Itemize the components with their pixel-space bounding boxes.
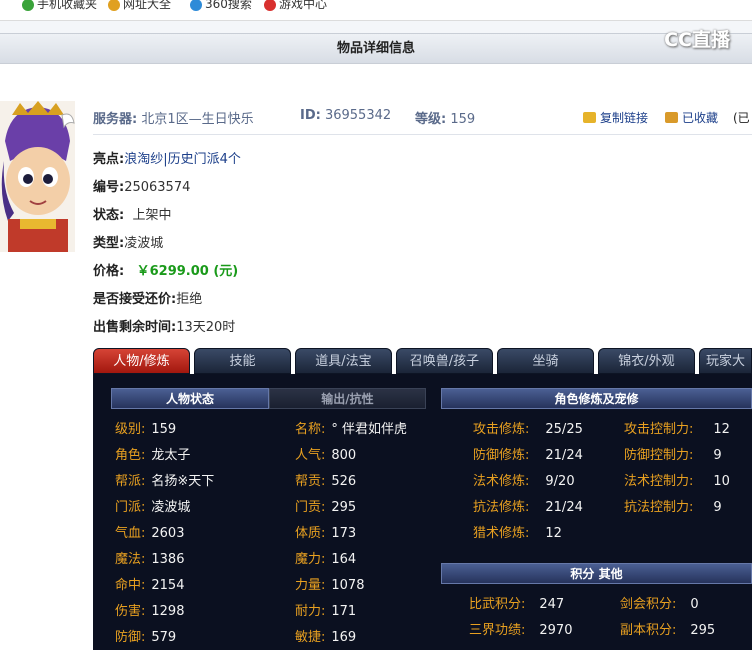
points-arena: 比武积分: 247	[469, 597, 565, 612]
stat-guild: 帮派: 名扬※天下	[115, 474, 215, 489]
tab-character[interactable]: 人物/修炼	[93, 348, 190, 374]
detail-highlight: 亮点:浪淘纱|历史门派4个	[93, 152, 241, 167]
id-info: ID: 36955342	[300, 108, 392, 123]
stat-role: 角色: 龙太子	[115, 448, 191, 463]
stat-popularity: 人气: 800	[295, 448, 357, 463]
section-cultivation: 角色修炼及宠修	[441, 388, 752, 409]
section-output-resist[interactable]: 输出/抗性	[269, 388, 426, 409]
section-points: 积分 其他	[441, 563, 752, 584]
page-title: 物品详细信息	[0, 33, 752, 64]
detail-status: 状态: 上架中	[93, 208, 172, 223]
ctrl-resist: 抗法控制力: 9	[624, 500, 722, 515]
stat-school: 门派: 凌波城	[115, 500, 191, 515]
bookmark-games[interactable]: 游戏中心	[264, 0, 327, 12]
stat-damage: 伤害: 1298	[115, 604, 185, 619]
points-dungeon: 副本积分: 295	[620, 623, 716, 638]
stat-magic: 魔力: 164	[295, 552, 357, 567]
plus-icon	[108, 0, 120, 11]
detail-price: 价格: ￥6299.00 (元)	[93, 264, 239, 279]
cult-resist: 抗法修炼: 21/24	[473, 500, 583, 515]
ctrl-defense: 防御控制力: 9	[624, 448, 722, 463]
character-panel: 人物状态 输出/抗性 角色修炼及宠修 级别: 159 角色: 龙太子 帮派: 名扬※天…	[93, 374, 752, 650]
bookmark-360[interactable]: 360搜索	[190, 0, 252, 12]
stat-endurance: 耐力: 171	[295, 604, 357, 619]
tab-items[interactable]: 道具/法宝	[295, 348, 392, 374]
tab-pets[interactable]: 召唤兽/孩子	[396, 348, 493, 374]
cult-spell: 法术修炼: 9/20	[473, 474, 575, 489]
stat-hp: 气血: 2603	[115, 526, 185, 541]
stat-constitution: 体质: 173	[295, 526, 357, 541]
detail-serial: 编号:25063574	[93, 180, 191, 195]
more-text: (已	[733, 111, 750, 125]
ctrl-spell: 法术控制力: 10	[624, 474, 730, 489]
page-gap	[0, 21, 752, 33]
section-char-status[interactable]: 人物状态	[111, 388, 269, 409]
tab-bar: 人物/修炼 技能 道具/法宝 召唤兽/孩子 坐骑 锦衣/外观 玩家大	[93, 348, 752, 374]
bookmark-mobile[interactable]: 手机收藏夹	[22, 0, 97, 12]
stat-agility: 敏捷: 169	[295, 630, 357, 645]
cult-defense: 防御修炼: 21/24	[473, 448, 583, 463]
points-merit: 三界功绩: 2970	[469, 623, 573, 638]
stat-level: 级别: 159	[115, 422, 177, 437]
item-header: 服务器: 北京1区—生日快乐 ID: 36955342 等级: 159 复制链接…	[93, 104, 752, 135]
search-icon	[190, 0, 202, 11]
copy-link-button[interactable]: 复制链接	[583, 109, 648, 126]
stat-mp: 魔法: 1386	[115, 552, 185, 567]
detail-type: 类型:凌波城	[93, 236, 164, 251]
bookmarks-bar: 手机收藏夹 网址大全 360搜索 游戏中心	[0, 0, 752, 21]
cult-hunting: 猎术修炼: 12	[473, 526, 562, 541]
ctrl-attack: 攻击控制力: 12	[624, 422, 730, 437]
link-icon	[583, 112, 596, 123]
stat-guild-contrib: 帮贡: 526	[295, 474, 357, 489]
detail-remaining-time: 出售剩余时间:13天20时	[93, 320, 236, 335]
server-info: 服务器: 北京1区—生日快乐	[93, 112, 254, 127]
bookmark-sites[interactable]: 网址大全	[108, 0, 171, 12]
detail-bargain: 是否接受还价:拒绝	[93, 292, 203, 307]
phone-icon	[22, 0, 34, 11]
level-info: 等级: 159	[415, 112, 476, 127]
points-sword: 剑会积分: 0	[620, 597, 699, 612]
stat-strength: 力量: 1078	[295, 578, 365, 593]
avatar	[0, 101, 75, 252]
tab-player[interactable]: 玩家大	[699, 348, 752, 374]
stat-hit: 命中: 2154	[115, 578, 185, 593]
tab-mounts[interactable]: 坐骑	[497, 348, 594, 374]
stat-name: 名称: ° 伴君如伴虎	[295, 422, 408, 437]
favorite-button[interactable]: 已收藏	[665, 109, 718, 126]
tab-skills[interactable]: 技能	[194, 348, 291, 374]
stat-defense: 防御: 579	[115, 630, 177, 645]
stat-school-contrib: 门贡: 295	[295, 500, 357, 515]
star-icon	[665, 112, 678, 123]
cult-attack: 攻击修炼: 25/25	[473, 422, 583, 437]
game-icon	[264, 0, 276, 11]
cc-watermark: CC直播	[664, 29, 730, 51]
highlight-link[interactable]: 浪淘纱|历史门派4个	[124, 152, 241, 167]
tab-outfits[interactable]: 锦衣/外观	[598, 348, 695, 374]
